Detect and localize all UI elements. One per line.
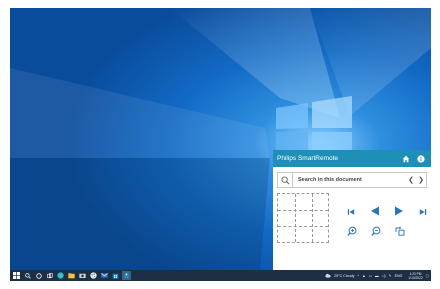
chevron-left-icon[interactable]: ❮ — [406, 176, 416, 184]
camera-icon[interactable] — [78, 271, 87, 280]
zoom-in-icon[interactable] — [346, 225, 358, 237]
weather-status[interactable]: 29°C Cloudy — [334, 274, 354, 278]
chevron-right-icon[interactable]: ❯ — [416, 176, 426, 184]
cloud-icon — [325, 273, 331, 278]
store-icon[interactable] — [111, 271, 120, 280]
skip-first-icon[interactable] — [345, 206, 357, 218]
volume-icon[interactable]: ◁) — [382, 274, 386, 278]
paint-icon[interactable] — [89, 271, 98, 280]
clock[interactable]: 1:20 PM 1/10/2022 — [405, 272, 422, 280]
language-indicator[interactable]: ENG — [395, 274, 403, 278]
taskbar: 29°C Cloudy ^ ▲ ▭ ▬ ◁) ✎ ENG 1:20 PM 1/1… — [10, 270, 431, 281]
task-view-icon[interactable] — [45, 271, 54, 280]
pen-icon[interactable]: ✎ — [389, 274, 392, 278]
notification-icon[interactable]: ▢ — [426, 274, 429, 278]
display-icon[interactable]: ▭ — [369, 274, 372, 278]
info-icon[interactable] — [415, 153, 427, 165]
search-input[interactable]: Search in this document — [293, 177, 406, 183]
play-reverse-icon[interactable] — [369, 205, 381, 217]
skip-last-icon[interactable] — [417, 206, 429, 218]
clock-date: 1/10/2022 — [408, 275, 423, 280]
rotate-icon[interactable] — [394, 225, 406, 237]
remote-app-icon[interactable] — [122, 271, 131, 280]
battery-icon[interactable]: ▬ — [375, 274, 379, 278]
system-tray: 29°C Cloudy ^ ▲ ▭ ▬ ◁) ✎ ENG 1:20 PM 1/1… — [325, 270, 429, 281]
edge-icon[interactable] — [56, 271, 65, 280]
windows-start-icon[interactable] — [12, 271, 21, 280]
home-icon[interactable] — [400, 153, 412, 165]
smartremote-panel: Philips SmartRemote Search in this docum… — [273, 150, 431, 270]
panel-title: Philips SmartRemote — [277, 155, 339, 162]
cortana-icon[interactable] — [34, 271, 43, 280]
search-icon[interactable] — [278, 173, 293, 187]
panel-header: Philips SmartRemote — [273, 150, 431, 167]
play-icon[interactable] — [393, 205, 405, 217]
search-bar[interactable]: Search in this document ❮ ❯ — [277, 172, 427, 188]
desktop-screen: Philips SmartRemote Search in this docum… — [10, 8, 431, 281]
search-icon[interactable] — [23, 271, 32, 280]
mail-icon[interactable] — [100, 271, 109, 280]
touchpad-grid[interactable] — [277, 193, 329, 243]
network-icon[interactable]: ▲ — [362, 274, 366, 278]
chevron-up-icon[interactable]: ^ — [357, 274, 359, 278]
zoom-out-icon[interactable] — [370, 225, 382, 237]
file-explorer-icon[interactable] — [67, 271, 76, 280]
